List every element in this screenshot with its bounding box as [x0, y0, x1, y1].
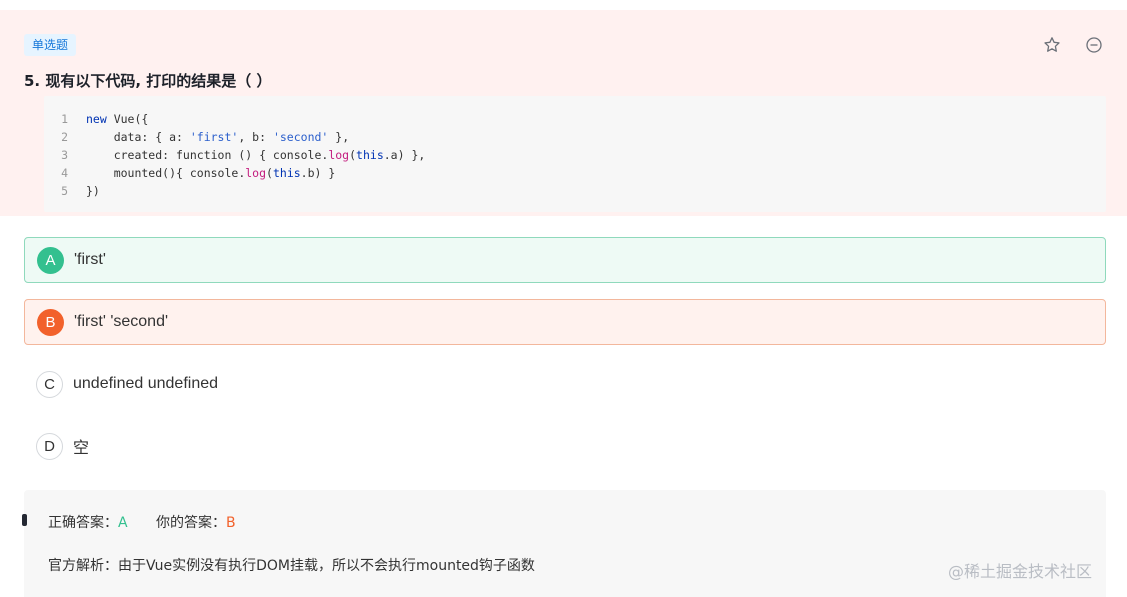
watermark: @稀土掘金技术社区 — [948, 562, 1093, 581]
option-letter-badge: C — [36, 370, 63, 398]
code-line: 4 mounted(){ console.log(this.b) } — [44, 164, 1106, 182]
official-analysis: 官方解析：由于Vue实例没有执行DOM挂载，所以不会执行mounted钩子函数 — [48, 558, 535, 574]
code-text: new Vue({ — [86, 112, 149, 126]
line-number: 4 — [61, 166, 68, 180]
code-text: }) — [86, 184, 100, 198]
code-text: data: { a: 'first', b: 'second' }, — [86, 130, 350, 144]
minus-circle-icon[interactable] — [1085, 36, 1103, 54]
option-b[interactable]: B 'first' 'second' — [24, 299, 1106, 345]
option-d[interactable]: D 空 — [24, 423, 1106, 469]
line-number: 1 — [61, 112, 68, 126]
option-letter-badge: B — [37, 308, 64, 336]
code-text: mounted(){ console.log(this.b) } — [86, 166, 336, 180]
answer-summary: 正确答案：A 你的答案：B — [48, 512, 236, 532]
code-line: 3 created: function () { console.log(thi… — [44, 146, 1106, 164]
option-letter-badge: D — [36, 432, 63, 460]
my-answer-value: B — [226, 515, 236, 531]
option-letter-badge: A — [37, 246, 64, 274]
code-line: 2 data: { a: 'first', b: 'second' }, — [44, 128, 1106, 146]
code-text: created: function () { console.log(this.… — [86, 148, 426, 162]
side-marker — [22, 514, 27, 526]
answer-panel: 正确答案：A 你的答案：B 官方解析：由于Vue实例没有执行DOM挂载，所以不会… — [22, 490, 1106, 597]
line-number: 5 — [61, 184, 68, 198]
correct-answer-label: 正确答案： — [48, 515, 118, 531]
option-text: 'first' 'second' — [74, 313, 169, 330]
code-line: 5}) — [44, 182, 1106, 200]
option-a[interactable]: A 'first' — [24, 237, 1106, 283]
line-number: 2 — [61, 130, 68, 144]
my-answer-label: 你的答案： — [156, 515, 227, 531]
option-c[interactable]: C undefined undefined — [24, 361, 1106, 407]
option-text: undefined undefined — [73, 375, 219, 392]
line-number: 3 — [61, 148, 68, 162]
question-title: 5. 现有以下代码, 打印的结果是（ ） — [24, 72, 272, 90]
code-block: 1 new Vue({ 2 data: { a: 'first', b: 'seco… — [44, 96, 1106, 212]
option-text: 空 — [73, 440, 90, 457]
correct-answer-value: A — [118, 515, 128, 531]
star-icon[interactable] — [1043, 36, 1061, 54]
question-type-badge: 单选题 — [24, 34, 77, 56]
question-panel: 单选题 5. 现有以下代码, 打印的结果是（ ） 1 new Vue({ 2 dat… — [0, 10, 1127, 216]
option-text: 'first' — [74, 251, 106, 268]
code-line: 1 new Vue({ — [44, 110, 1106, 128]
